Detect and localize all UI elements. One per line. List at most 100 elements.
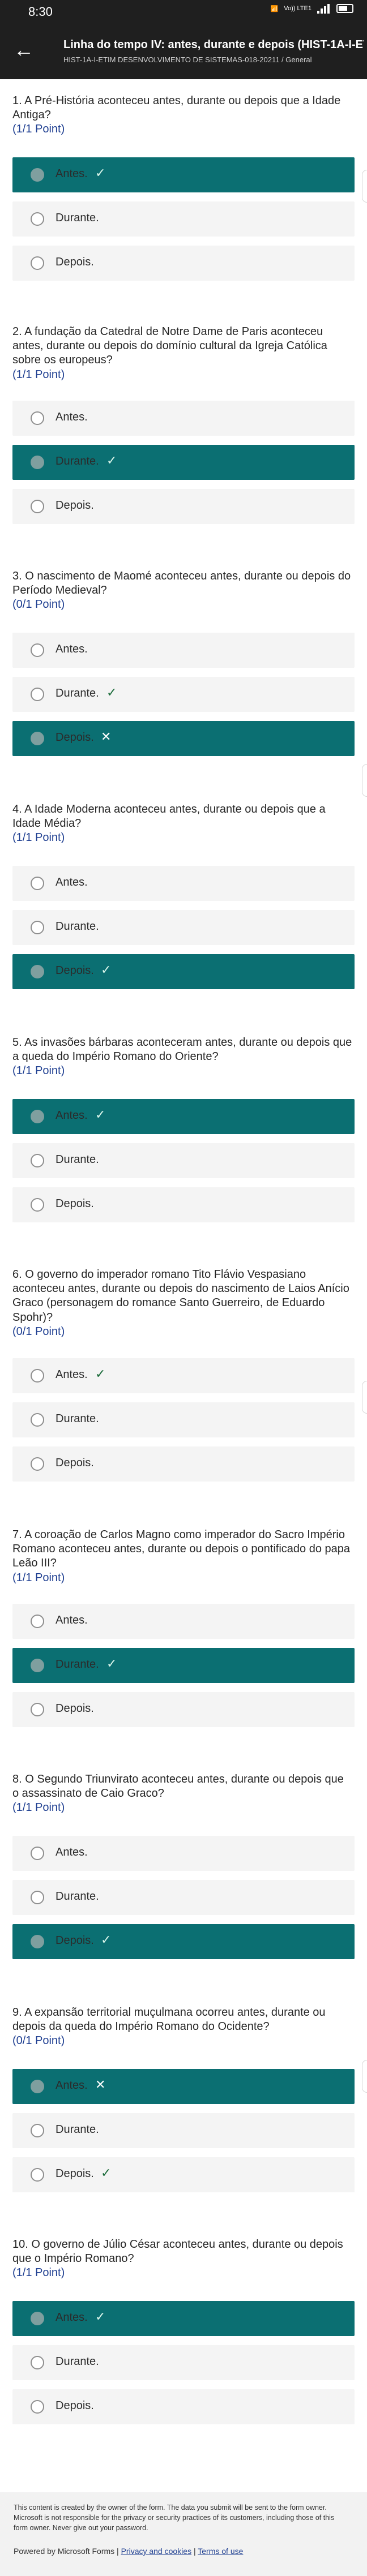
radio-button[interactable] <box>31 643 44 657</box>
question-points: (1/1 Point) <box>12 1571 65 1584</box>
option-label: Durante. <box>56 2355 99 2368</box>
option-durante[interactable]: Durante. <box>12 1880 355 1915</box>
option-durante[interactable]: Durante. <box>12 2345 355 2380</box>
question-number: 2. <box>12 325 22 338</box>
footer-links: Powered by Microsoft Forms | Privacy and… <box>14 2547 243 2556</box>
radio-button[interactable] <box>31 212 44 226</box>
radio-button[interactable] <box>31 732 44 745</box>
radio-button[interactable] <box>31 2080 44 2093</box>
radio-button[interactable] <box>31 1457 44 1471</box>
cross-icon: ✕ <box>95 2077 106 2092</box>
radio-button[interactable] <box>31 1703 44 1716</box>
radio-button[interactable] <box>31 1615 44 1628</box>
option-antes[interactable]: Antes. <box>12 633 355 668</box>
question-text: A fundação da Catedral de Notre Dame de … <box>12 325 327 367</box>
radio-button[interactable] <box>31 965 44 978</box>
option-antes[interactable]: Antes. ✓ <box>12 1358 355 1393</box>
radio-button[interactable] <box>31 1198 44 1212</box>
check-icon: ✓ <box>101 963 112 977</box>
option-depois[interactable]: Depois. ✓ <box>12 954 355 989</box>
back-arrow-icon[interactable]: ← <box>14 40 34 60</box>
radio-button[interactable] <box>31 2168 44 2182</box>
radio-button[interactable] <box>31 2356 44 2369</box>
option-depois[interactable]: Depois. ✓ <box>12 1924 355 1959</box>
radio-button[interactable] <box>31 877 44 890</box>
option-depois[interactable]: Depois. <box>12 246 355 281</box>
radio-button[interactable] <box>31 1891 44 1904</box>
question-number: 4. <box>12 803 22 815</box>
option-durante[interactable]: Durante. <box>12 2113 355 2148</box>
radio-button[interactable] <box>31 411 44 425</box>
question-number: 10. <box>12 2238 28 2251</box>
option-durante[interactable]: Durante. <box>12 201 355 237</box>
option-durante[interactable]: Durante. <box>12 910 355 945</box>
radio-button[interactable] <box>31 688 44 701</box>
terms-link[interactable]: Terms of use <box>198 2547 243 2556</box>
option-durante[interactable]: Durante. <box>12 1143 355 1178</box>
footer-disclaimer: This content is created by the owner of … <box>14 2504 335 2532</box>
radio-button[interactable] <box>31 1369 44 1383</box>
question-points: (0/1 Point) <box>12 598 65 611</box>
question-title: 6. O governo do imperador romano Tito Fl… <box>12 1268 352 1339</box>
radio-button[interactable] <box>31 256 44 270</box>
status-time: 8:30 <box>28 5 53 19</box>
radio-button[interactable] <box>31 1847 44 1860</box>
side-scroll-handle[interactable] <box>362 170 367 203</box>
option-label: Durante. <box>56 1412 99 1425</box>
question-text: A Pré-História aconteceu antes, durante … <box>12 95 341 122</box>
option-label: Durante. <box>56 2123 99 2136</box>
option-antes[interactable]: Antes. <box>12 1604 355 1639</box>
option-label: Durante. <box>56 1658 99 1671</box>
option-label: Durante. <box>56 1890 99 1903</box>
question-text: O nascimento de Maomé aconteceu antes, d… <box>12 570 351 597</box>
option-label: Antes. <box>56 2311 88 2324</box>
option-durante[interactable]: Durante. <box>12 1402 355 1437</box>
check-icon: ✓ <box>106 685 117 699</box>
option-depois[interactable]: Depois. <box>12 1446 355 1482</box>
battery-icon <box>336 4 353 13</box>
option-antes[interactable]: Antes. <box>12 401 355 436</box>
radio-button[interactable] <box>31 456 44 469</box>
question-title: 3. O nascimento de Maomé aconteceu antes… <box>12 569 352 612</box>
option-durante[interactable]: Durante. ✓ <box>12 1648 355 1683</box>
radio-button[interactable] <box>31 168 44 182</box>
option-antes[interactable]: Antes. ✓ <box>12 157 355 192</box>
option-antes[interactable]: Antes. <box>12 866 355 901</box>
radio-button[interactable] <box>31 2400 44 2414</box>
status-bar: 8:30 📶 Vo)) LTE1 <box>0 0 367 25</box>
radio-button[interactable] <box>31 2312 44 2325</box>
radio-button[interactable] <box>31 921 44 934</box>
option-depois[interactable]: Depois. <box>12 489 355 524</box>
status-icons: 📶 Vo)) LTE1 <box>271 3 353 14</box>
option-label: Depois. <box>56 1702 94 1715</box>
side-scroll-handle[interactable] <box>362 764 367 797</box>
radio-button[interactable] <box>31 1154 44 1167</box>
option-antes[interactable]: Antes. ✓ <box>12 1099 355 1134</box>
radio-button[interactable] <box>31 1413 44 1427</box>
option-durante[interactable]: Durante. ✓ <box>12 445 355 480</box>
option-depois[interactable]: Depois. ✕ <box>12 721 355 756</box>
option-depois[interactable]: Depois. <box>12 1692 355 1727</box>
form-subtitle: HIST-1A-I-ETIM DESENVOLVIMENTO DE SISTEM… <box>63 55 312 64</box>
question-title: 2. A fundação da Catedral de Notre Dame … <box>12 325 352 382</box>
radio-button[interactable] <box>31 1110 44 1123</box>
signal-icon <box>317 3 331 14</box>
radio-button[interactable] <box>31 2124 44 2137</box>
option-depois[interactable]: Depois. <box>12 1187 355 1222</box>
question-points: (1/1 Point) <box>12 2266 65 2279</box>
question-title: 1. A Pré-História aconteceu antes, duran… <box>12 94 352 137</box>
radio-button[interactable] <box>31 1659 44 1672</box>
option-durante[interactable]: Durante. ✓ <box>12 677 355 712</box>
radio-button[interactable] <box>31 1935 44 1948</box>
question-points: (1/1 Point) <box>12 368 65 381</box>
side-scroll-handle[interactable] <box>362 1381 367 1414</box>
option-depois[interactable]: Depois. ✓ <box>12 2157 355 2192</box>
option-depois[interactable]: Depois. <box>12 2389 355 2424</box>
option-label: Depois. <box>56 1197 94 1210</box>
option-antes[interactable]: Antes. ✓ <box>12 2301 355 2336</box>
option-antes[interactable]: Antes. <box>12 1836 355 1871</box>
side-scroll-handle[interactable] <box>362 2060 367 2093</box>
radio-button[interactable] <box>31 500 44 513</box>
option-antes[interactable]: Antes. ✕ <box>12 2069 355 2104</box>
privacy-link[interactable]: Privacy and cookies <box>121 2547 192 2556</box>
